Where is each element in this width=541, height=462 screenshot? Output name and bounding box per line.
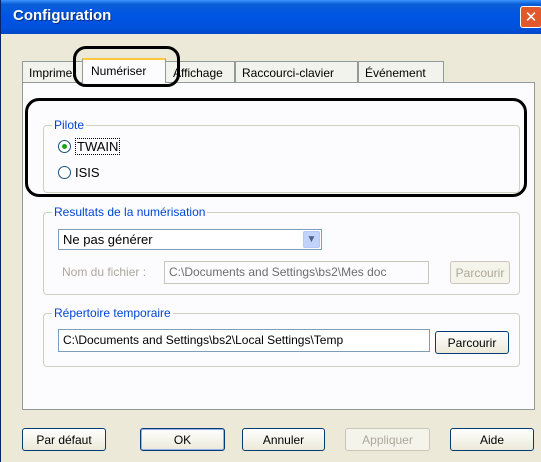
temp-path-field[interactable]: C:\Documents and Settings\bs2\Local Sett… [58,329,430,352]
pilote-title: Pilote [52,118,87,132]
close-icon: ✕ [524,9,538,26]
default-button[interactable]: Par défaut [22,428,106,451]
chevron-down-icon[interactable]: ▼ [303,231,320,248]
window-title: Configuration [13,7,112,24]
radio-isis-label: ISIS [75,165,100,180]
cancel-button[interactable]: Annuler [242,428,325,451]
tab-imprimer[interactable]: Imprimer [22,61,84,82]
radio-twain-button[interactable] [58,140,71,153]
title-bar: Configuration ✕ [1,0,541,34]
resultats-title: Resultats de la numérisation [52,205,208,219]
ok-button[interactable]: OK [140,428,225,451]
apply-button[interactable]: Appliquer [345,428,430,451]
resultats-select[interactable]: Ne pas générer ▼ [58,229,322,250]
tab-raccourci-clavier[interactable]: Raccourci-clavier [235,61,358,82]
filename-field[interactable]: C:\Documents and Settings\bs2\Mes doc [164,261,429,284]
radio-isis-button[interactable] [58,166,71,179]
temp-title: Répertoire temporaire [52,306,173,320]
radio-twain-label: TWAIN [75,138,121,155]
temp-browse-button[interactable]: Parcourir [435,331,509,354]
configuration-dialog: Configuration ✕ Imprimer Numériser Affic… [0,0,541,462]
resultats-browse-button[interactable]: Parcourir [450,261,510,284]
resultats-select-value: Ne pas générer [63,232,153,247]
tab-affichage[interactable]: Affichage [164,61,235,82]
filename-label: Nom du fichier : [62,265,147,279]
close-button[interactable]: ✕ [520,6,541,28]
pilote-group: Pilote [43,118,520,193]
radio-isis[interactable]: ISIS [58,165,100,180]
help-button[interactable]: Aide [450,428,534,451]
tab-numeriser[interactable]: Numériser [82,58,166,83]
radio-twain[interactable]: TWAIN [58,138,121,155]
radio-selected-dot [62,144,67,149]
tab-evenement[interactable]: Événement [358,61,444,82]
